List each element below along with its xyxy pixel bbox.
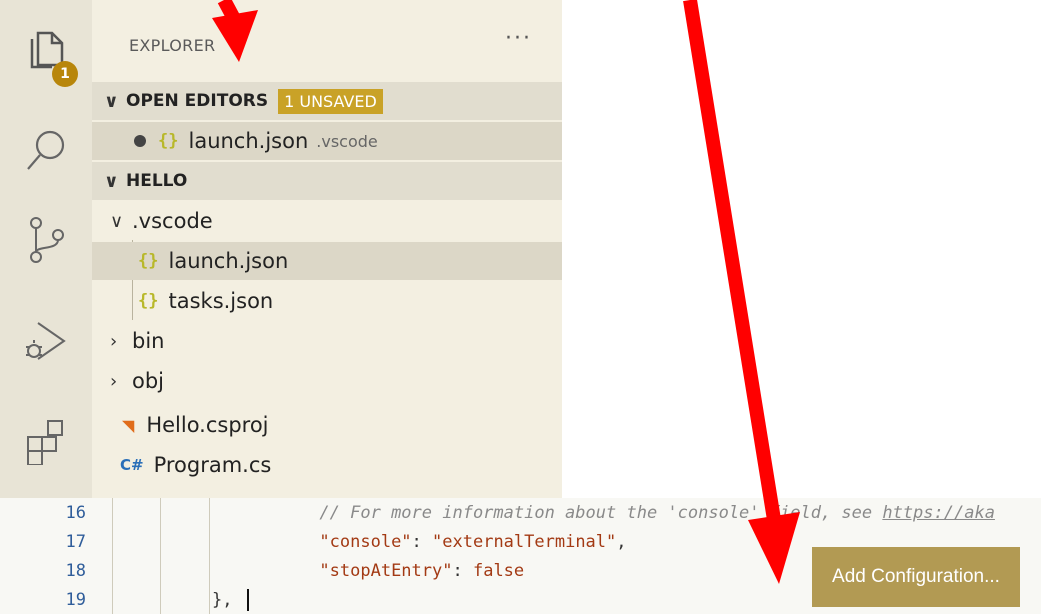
open-editor-item[interactable]: {} launch.json .vscode [92,122,562,160]
open-editors-section[interactable]: ∨ OPEN EDITORS 1 UNSAVED [92,82,562,120]
tree-item-program-cs[interactable]: C# Program.cs [92,446,562,484]
workspace-label: HELLO [126,171,188,191]
activity-bar: 1 [0,0,92,498]
run-debug-button[interactable] [0,300,92,380]
chevron-right-icon: › [110,330,118,352]
run-debug-icon [26,322,66,360]
add-configuration-button[interactable]: Add Configuration... [812,547,1020,607]
source-control-button[interactable] [0,200,92,280]
explorer-badge: 1 [52,61,78,87]
folder-name: obj [132,369,165,393]
file-name: launch.json [168,249,289,273]
explorer-sidebar: EXPLORER ··· ∨ OPEN EDITORS 1 UNSAVED {}… [92,0,562,498]
search-icon [27,130,65,170]
csharp-file-icon: C# [120,456,144,474]
tree-item-obj[interactable]: › obj [92,362,562,400]
unsaved-badge: 1 UNSAVED [278,88,383,114]
file-name: Hello.csproj [146,413,269,437]
code-end: , [616,531,627,552]
search-button[interactable] [0,110,92,190]
folder-name: bin [132,329,165,353]
chevron-down-icon: ∨ [110,210,124,232]
more-actions-button[interactable]: ··· [505,26,532,51]
tree-item-hello-csproj[interactable]: ◥ Hello.csproj [92,406,562,444]
file-name: Program.cs [153,453,272,477]
open-editor-name: launch.json [188,129,309,153]
code-text: }, [212,589,233,610]
json-file-icon: {} [138,251,159,271]
chevron-down-icon: ∨ [104,90,119,112]
tree-item-bin[interactable]: › bin [92,322,562,360]
folder-name: .vscode [132,209,213,233]
explorer-title: EXPLORER [129,36,216,55]
extensions-icon [27,420,63,465]
line-number: 19 [65,589,86,610]
open-editors-label: OPEN EDITORS [126,91,269,111]
line-number: 16 [65,502,86,523]
code-sep: : [452,560,473,581]
tree-item-vscode-folder[interactable]: ∨ .vscode [92,202,562,240]
tree-item-launch-json[interactable]: {} launch.json [92,242,562,280]
tree-item-tasks-json[interactable]: {} tasks.json [92,282,562,320]
json-file-icon: {} [158,131,179,151]
chevron-right-icon: › [110,370,118,392]
code-link[interactable]: https://aka [882,503,995,523]
code-value: false [472,560,525,581]
explorer-button[interactable] [0,10,92,90]
code-key: "stopAtEntry" [319,560,453,581]
line-number: 17 [65,531,86,552]
extensions-button[interactable] [0,400,92,480]
file-name: tasks.json [168,289,274,313]
json-file-icon: {} [138,291,159,311]
unsaved-dot-icon [134,135,146,147]
rss-file-icon: ◥ [122,415,135,435]
text-cursor [247,589,249,611]
line-number: 18 [65,560,86,581]
source-control-icon [30,217,64,263]
workspace-section[interactable]: ∨ HELLO [92,162,562,200]
chevron-down-icon: ∨ [104,170,119,192]
open-editor-desc: .vscode [316,131,378,151]
